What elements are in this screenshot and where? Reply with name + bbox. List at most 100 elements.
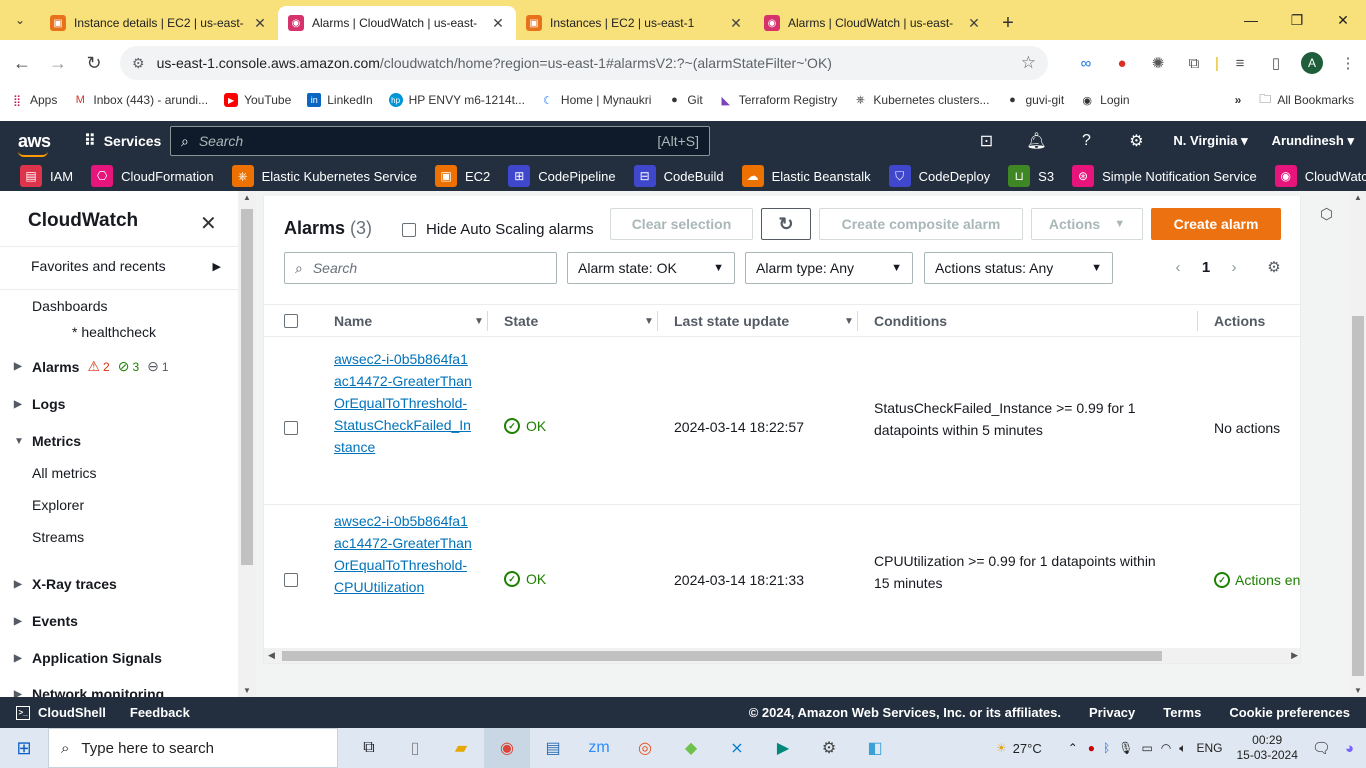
terms-link[interactable]: Terms: [1163, 705, 1201, 720]
cloudshell-button[interactable]: >_ CloudShell: [16, 705, 106, 720]
close-sidebar-icon[interactable]: ✕: [200, 211, 217, 236]
favorite-ec2[interactable]: ▣ EC2: [434, 165, 490, 187]
zoom-icon[interactable]: zm: [576, 728, 622, 768]
refresh-button[interactable]: ↻: [761, 208, 811, 240]
scrollbar-thumb[interactable]: [282, 651, 1162, 661]
chrome-icon[interactable]: ◉: [484, 728, 530, 768]
windows-start-icon[interactable]: ⊞: [0, 738, 48, 759]
cookie-preferences-link[interactable]: Cookie preferences: [1229, 705, 1350, 720]
favorite-elastic-beanstalk[interactable]: ☁ Elastic Beanstalk: [741, 165, 871, 187]
column-actions[interactable]: Actions: [1214, 313, 1265, 329]
browser-tab-instances[interactable]: ▣ Instances | EC2 | us-east-1 ✕: [516, 6, 754, 40]
sidebar-item-dashboards[interactable]: Dashboards: [32, 298, 108, 314]
bookmark-gmail[interactable]: M Inbox (443) - arundi...: [73, 93, 208, 107]
hide-autoscaling-checkbox[interactable]: Hide Auto Scaling alarms: [402, 221, 594, 238]
tab-close-icon[interactable]: ✕: [728, 15, 744, 32]
reload-icon[interactable]: ↻: [76, 45, 112, 81]
notifications-icon[interactable]: 🗨︎: [1312, 739, 1331, 757]
checkbox[interactable]: [402, 222, 416, 237]
clear-selection-button[interactable]: Clear selection: [610, 208, 753, 240]
account-menu[interactable]: Arundinesh ▾: [1272, 133, 1354, 149]
scrollbar-thumb[interactable]: [1352, 316, 1364, 676]
alarm-name-link[interactable]: awsec2-i-0b5b864fa1ac14472-GreaterThanOr…: [334, 510, 474, 598]
sidebar-item-events[interactable]: ▶ Events: [14, 613, 78, 629]
create-alarm-button[interactable]: Create alarm: [1151, 208, 1281, 240]
info-panel-icon[interactable]: ⬡: [1320, 205, 1333, 223]
media-control-icon[interactable]: ≡: [1222, 55, 1258, 72]
extension-chatgpt-icon[interactable]: ✺: [1140, 54, 1176, 72]
main-vertical-scrollbar[interactable]: ▲ ▼: [1350, 191, 1366, 697]
all-bookmarks-link[interactable]: All Bookmarks: [1277, 93, 1354, 107]
bookmark-hp[interactable]: hp HP ENVY m6-1214t...: [388, 93, 525, 107]
restore-icon[interactable]: ❐: [1274, 0, 1320, 40]
sidebar-item-alarms[interactable]: ▶ Alarms ⚠ 2 ⊘ 3 ⊖ 1: [14, 358, 169, 375]
remote-desktop-icon[interactable]: ▤: [530, 728, 576, 768]
bookmark-git[interactable]: ● Git: [667, 93, 703, 107]
scroll-right-icon[interactable]: ▶: [1291, 650, 1298, 661]
prev-page-icon[interactable]: ‹: [1164, 259, 1192, 276]
language-indicator[interactable]: ENG: [1196, 741, 1222, 755]
new-tab-plus-icon[interactable]: +: [992, 6, 1024, 40]
actions-status-select[interactable]: Actions status: Any ▼: [924, 252, 1113, 284]
column-conditions[interactable]: Conditions: [874, 313, 947, 329]
battery-icon[interactable]: ▭: [1141, 741, 1152, 755]
current-page[interactable]: 1: [1192, 259, 1220, 276]
bookmark-guvi-git[interactable]: ● guvi-git: [1005, 93, 1064, 107]
column-state[interactable]: State ▼: [504, 313, 654, 329]
notifications-bell-icon[interactable]: 🔔︎: [1011, 131, 1061, 151]
settings-gear-icon[interactable]: ⚙: [806, 728, 852, 768]
favorite-codedeploy[interactable]: ⛉ CodeDeploy: [888, 165, 990, 187]
sidebar-item-xray[interactable]: ▶ X-Ray traces: [14, 576, 117, 592]
favorite-codepipeline[interactable]: ⊞ CodePipeline: [508, 165, 616, 187]
temperature[interactable]: 27°C: [1013, 741, 1042, 756]
forward-arrow-icon[interactable]: →: [40, 45, 76, 81]
profile-avatar[interactable]: A: [1301, 52, 1323, 74]
close-window-icon[interactable]: ✕: [1320, 0, 1366, 40]
tray-chevron-up-icon[interactable]: ⌃: [1068, 741, 1078, 755]
bookmark-apps[interactable]: ⣿ Apps: [10, 93, 57, 107]
scroll-down-icon[interactable]: ▼: [1354, 686, 1362, 695]
create-composite-alarm-button[interactable]: Create composite alarm: [819, 208, 1023, 240]
privacy-link[interactable]: Privacy: [1089, 705, 1135, 720]
table-row[interactable]: awsec2-i-0b5b864fa1ac14472-GreaterThanOr…: [264, 505, 1300, 648]
bookmark-login[interactable]: ◉ Login: [1080, 93, 1129, 107]
bookmark-terraform[interactable]: ◣ Terraform Registry: [719, 93, 838, 107]
help-circle-icon[interactable]: ?: [1061, 132, 1111, 150]
more-bookmarks-chevron-icon[interactable]: »: [1235, 93, 1242, 107]
column-last-update[interactable]: Last state update ▼: [674, 313, 854, 329]
microphone-icon[interactable]: 🎙︎: [1118, 741, 1133, 755]
scrollbar-thumb[interactable]: [241, 209, 253, 565]
extensions-puzzle-icon[interactable]: ⧉: [1176, 55, 1212, 72]
bluetooth-icon[interactable]: ᛒ: [1103, 741, 1110, 755]
favorite-codebuild[interactable]: ⊟ CodeBuild: [633, 165, 724, 187]
tray-app-icon[interactable]: ●: [1088, 741, 1095, 755]
next-page-icon[interactable]: ›: [1220, 259, 1248, 276]
row-checkbox[interactable]: [284, 421, 298, 435]
app-icon[interactable]: ◧: [852, 728, 898, 768]
scroll-down-icon[interactable]: ▼: [243, 686, 251, 695]
clock[interactable]: 00:29 15-03-2024: [1237, 733, 1298, 763]
table-horizontal-scrollbar[interactable]: ◀ ▶: [264, 648, 1300, 663]
minimize-icon[interactable]: —: [1228, 0, 1274, 40]
aws-logo[interactable]: aws: [0, 131, 70, 157]
volume-icon[interactable]: 🔈︎: [1179, 741, 1186, 756]
preferences-gear-icon[interactable]: ⚙: [1260, 258, 1288, 276]
select-all-checkbox[interactable]: [284, 314, 298, 328]
browser-tab-alarms-active[interactable]: ◉ Alarms | CloudWatch | us-east- ✕: [278, 6, 516, 40]
alarm-type-select[interactable]: Alarm type: Any ▼: [745, 252, 913, 284]
wifi-icon[interactable]: ◠: [1161, 741, 1171, 755]
bookmark-kubernetes[interactable]: ⎈ Kubernetes clusters...: [853, 93, 989, 107]
sidebar-item-healthcheck[interactable]: * healthcheck: [72, 324, 156, 340]
sidebar-item-logs[interactable]: ▶ Logs: [14, 396, 65, 412]
side-panel-icon[interactable]: ▯: [1258, 54, 1294, 72]
sidebar-item-streams[interactable]: Streams: [32, 529, 84, 545]
meet-icon[interactable]: ▶: [760, 728, 806, 768]
browser-tab-alarms[interactable]: ◉ Alarms | CloudWatch | us-east- ✕: [754, 6, 992, 40]
services-menu[interactable]: ⠿ Services: [84, 131, 161, 151]
scroll-left-icon[interactable]: ◀: [268, 650, 275, 661]
ubuntu-icon[interactable]: ◎: [622, 728, 668, 768]
chrome-menu-icon[interactable]: ⋮: [1330, 54, 1366, 72]
notepad-icon[interactable]: ▯: [392, 728, 438, 768]
favorite-s3[interactable]: ⊔ S3: [1008, 165, 1054, 187]
actions-dropdown-button[interactable]: Actions ▼: [1031, 208, 1143, 240]
